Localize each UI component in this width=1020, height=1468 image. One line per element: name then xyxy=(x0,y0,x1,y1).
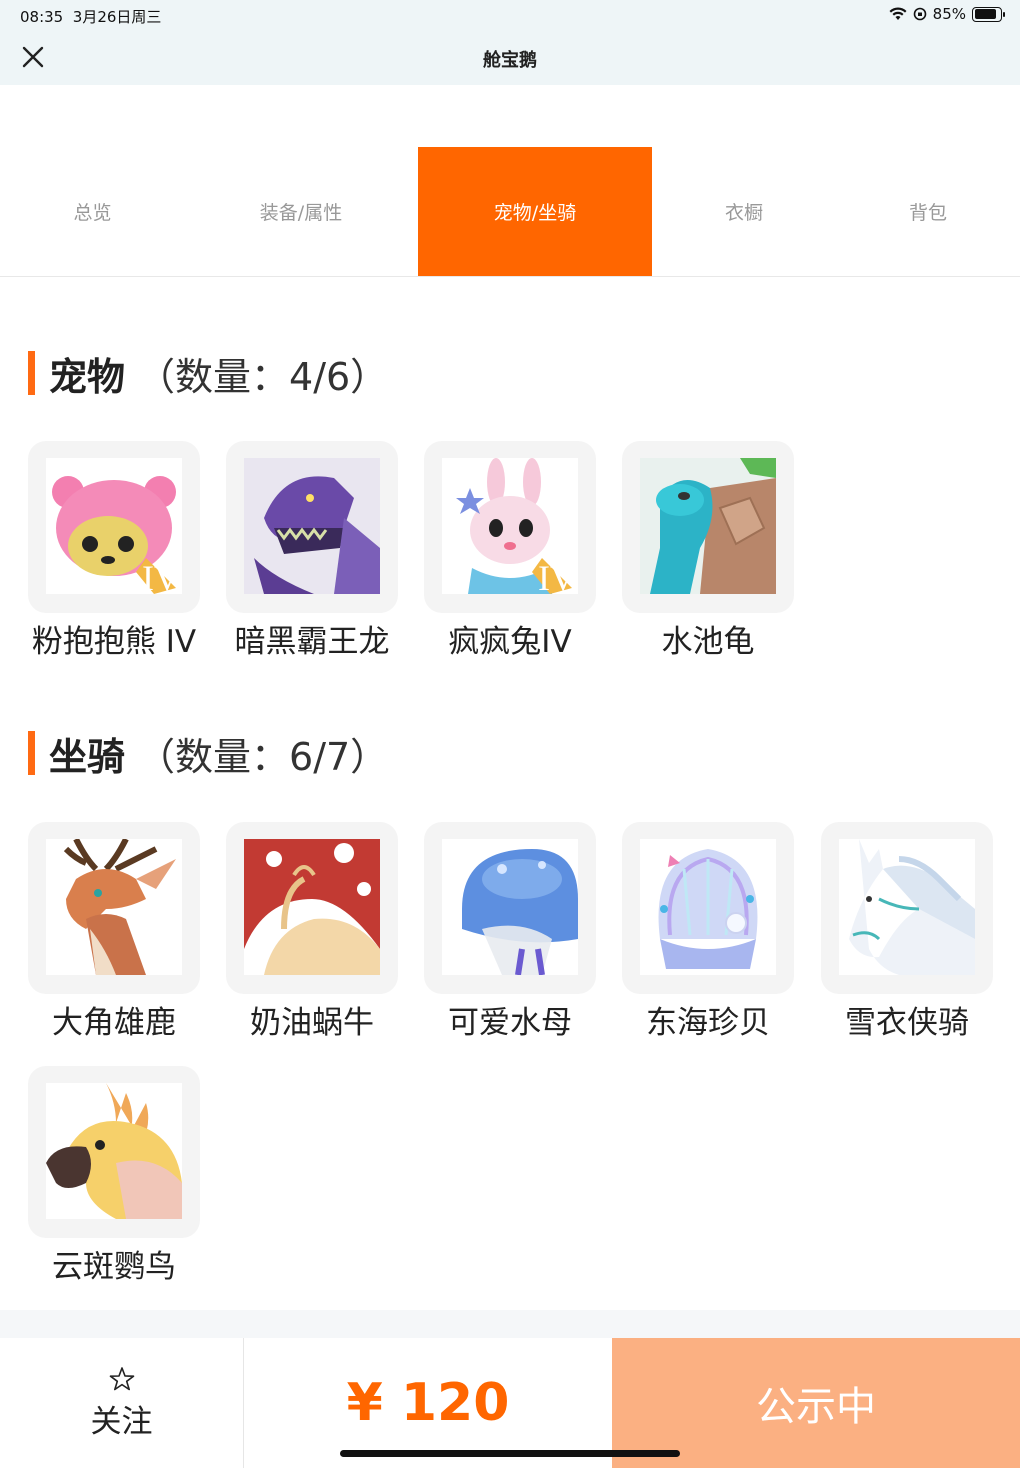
pond-turtle-icon xyxy=(640,458,776,594)
section-accent-bar xyxy=(28,351,35,395)
antler-deer-icon xyxy=(46,839,182,975)
pet-name: 水池龟 xyxy=(661,624,755,660)
mount-name: 奶油蜗牛 xyxy=(250,1005,374,1041)
crazy-rabbit-icon: IV xyxy=(442,458,578,594)
battery-fill xyxy=(974,9,996,19)
price-value: ¥ 120 xyxy=(346,1373,510,1433)
tab-backpack[interactable]: 背包 xyxy=(836,147,1020,276)
mounts-section-title: 坐骑 （数量：6/7） xyxy=(28,731,388,779)
nav-bar: 舱宝鹅 xyxy=(0,30,1020,85)
tab-pets-mounts[interactable]: 宠物/坐骑 xyxy=(418,147,652,276)
pet-item[interactable]: 水池龟 xyxy=(622,441,794,661)
mount-item[interactable]: 云斑鹦鸟 xyxy=(28,1066,200,1286)
svg-text:IV: IV xyxy=(142,558,180,594)
cream-snail-icon xyxy=(244,839,380,975)
bottom-action-bar: 关注 ¥ 120 公示中 xyxy=(0,1310,1020,1468)
pet-thumbnail: IV xyxy=(424,441,596,613)
wifi-icon xyxy=(889,7,907,20)
pet-thumbnail: IV xyxy=(28,441,200,613)
snow-horse-icon xyxy=(839,839,975,975)
section-count: （数量：6/7） xyxy=(137,734,389,779)
follow-button[interactable]: 关注 xyxy=(0,1338,244,1468)
tab-wardrobe[interactable]: 衣橱 xyxy=(652,147,836,276)
publicity-status-button[interactable]: 公示中 xyxy=(612,1338,1020,1468)
section-name: 宠物 xyxy=(49,354,126,399)
mount-name: 大角雄鹿 xyxy=(52,1005,176,1041)
pet-thumbnail xyxy=(622,441,794,613)
battery-icon xyxy=(972,6,1005,22)
mount-name: 云斑鹦鸟 xyxy=(52,1249,176,1285)
pet-name: 疯疯兔IV xyxy=(448,624,572,660)
orientation-lock-icon xyxy=(913,7,926,21)
pet-item[interactable]: IV 疯疯兔IV xyxy=(424,441,596,661)
mount-thumbnail xyxy=(424,822,596,994)
star-icon xyxy=(109,1367,135,1391)
tab-equipment[interactable]: 装备/属性 xyxy=(185,147,417,276)
pink-bear-icon: IV xyxy=(46,458,182,594)
pet-item[interactable]: 暗黑霸王龙 xyxy=(226,441,398,661)
status-right: 85% xyxy=(889,5,1005,23)
mount-name: 可爱水母 xyxy=(448,1005,572,1041)
tab-bar: 总览 装备/属性 宠物/坐骑 衣橱 背包 xyxy=(0,147,1020,277)
page-title: 舱宝鹅 xyxy=(483,50,537,71)
section-accent-bar xyxy=(28,731,35,775)
pet-name: 粉抱抱熊 IV xyxy=(31,624,197,660)
mount-thumbnail xyxy=(622,822,794,994)
mount-item[interactable]: 奶油蜗牛 xyxy=(226,822,398,1042)
dark-trex-icon xyxy=(244,458,380,594)
mount-item[interactable]: 可爱水母 xyxy=(424,822,596,1042)
mount-item[interactable]: 雪衣侠骑 xyxy=(821,822,993,1042)
follow-label: 关注 xyxy=(90,1404,153,1440)
mount-name: 雪衣侠骑 xyxy=(845,1005,969,1041)
mount-thumbnail xyxy=(226,822,398,994)
tab-overview[interactable]: 总览 xyxy=(0,147,185,276)
pet-item[interactable]: IV 粉抱抱熊 IV xyxy=(28,441,200,661)
battery-percent: 85% xyxy=(932,5,966,23)
pets-section-title: 宠物 （数量：4/6） xyxy=(28,351,388,399)
pearl-shell-icon xyxy=(640,839,776,975)
mount-name: 东海珍贝 xyxy=(646,1005,770,1041)
pet-name: 暗黑霸王龙 xyxy=(234,624,390,660)
mount-thumbnail xyxy=(821,822,993,994)
cloud-parrot-icon xyxy=(46,1083,182,1219)
svg-text:IV: IV xyxy=(538,558,576,594)
mount-thumbnail xyxy=(28,1066,200,1238)
section-name: 坐骑 xyxy=(49,734,126,779)
pet-thumbnail xyxy=(226,441,398,613)
cute-jellyfish-icon xyxy=(442,839,578,975)
section-count: （数量：4/6） xyxy=(137,354,389,399)
bottom-divider-strip xyxy=(0,1310,1020,1338)
status-bar: 08:35 3月26日周三 85% xyxy=(0,0,1020,30)
mount-item[interactable]: 东海珍贝 xyxy=(622,822,794,1042)
mount-thumbnail xyxy=(28,822,200,994)
home-indicator xyxy=(340,1450,680,1457)
mount-item[interactable]: 大角雄鹿 xyxy=(28,822,200,1042)
status-time: 08:35 3月26日周三 xyxy=(20,8,162,26)
